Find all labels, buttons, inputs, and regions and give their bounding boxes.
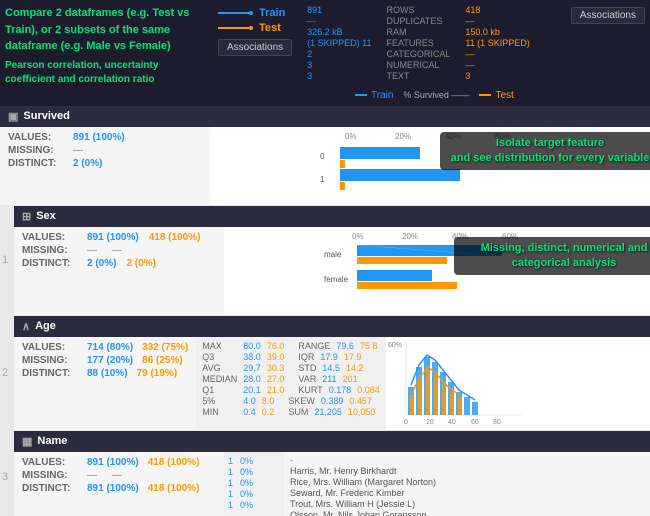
svg-text:20: 20 (426, 419, 434, 426)
age-body: VALUES: 714 (80%) 332 (75%) MISSING: 177… (14, 337, 650, 430)
rows-stat: 891 (307, 5, 371, 15)
survived-chart: 0% 20% 40% 60% 0 1 (210, 127, 650, 205)
svg-text:0: 0 (320, 152, 325, 161)
sex-missing-row: MISSING: — — (22, 245, 216, 256)
svg-text:20%: 20% (402, 232, 418, 241)
test-legend-label: Test (495, 90, 513, 101)
name-value-3: Seward, Mr. Frederic Kimber (290, 488, 644, 498)
svg-text:40%: 40% (452, 232, 468, 241)
test-stats-group: 418 — 150.0 kb 11 (1 SKIPPED) — — 3 (465, 5, 529, 81)
sex-body: VALUES: 891 (100%) 418 (100%) MISSING: —… (14, 227, 650, 315)
age-section: 2 ∧ Age VALUES: 714 (80%) 332 (75%) MISS… (0, 316, 650, 430)
sex-icon: ⊞ (22, 210, 31, 223)
svg-text:female: female (324, 275, 349, 284)
name-list: - Harris, Mr. Henry Birkhardt Rice, Mrs.… (284, 452, 650, 516)
train-legend: Train (218, 7, 285, 19)
sex-title: Sex (36, 210, 56, 222)
name-number: 3 (2, 471, 8, 483)
svg-text:60%: 60% (495, 132, 511, 141)
svg-text:60: 60 (471, 419, 479, 426)
age-chart: 60% 0 20 40 60 80 (386, 337, 650, 430)
age-number: 2 (2, 367, 8, 379)
legend-bar: Train % Survived —— Test (5, 90, 645, 101)
age-icon: ∧ (22, 320, 30, 333)
legend-area: Train Test Associations (218, 7, 292, 56)
name-rank-header: 1 0% (228, 456, 280, 466)
svg-text:40: 40 (448, 419, 456, 426)
survived-chart-svg: 0% 20% 40% 60% 0 1 (210, 127, 650, 202)
top-panel: Compare 2 dataframes (e.g. Test vs Train… (0, 0, 650, 106)
name-body: VALUES: 891 (100%) 418 (100%) MISSING: —… (14, 452, 650, 516)
svg-text:60%: 60% (388, 342, 402, 349)
sex-chart-svg: 0% 20% 40% 60% male female (224, 227, 650, 312)
test-line-icon (479, 94, 491, 96)
top-row1: Compare 2 dataframes (e.g. Test vs Train… (5, 5, 645, 87)
survived-header: ▣ Survived (0, 106, 650, 127)
svg-text:0: 0 (404, 419, 408, 426)
name-value-4: Trout, Mrs. William H (Jessie L) (290, 499, 644, 509)
survived-distinct-row: DISTINCT: 2 (0%) (8, 158, 202, 169)
name-title: Name (37, 435, 67, 447)
name-stats: VALUES: 891 (100%) 418 (100%) MISSING: —… (14, 452, 224, 516)
svg-text:60%: 60% (502, 232, 518, 241)
header-left: Compare 2 dataframes (e.g. Test vs Train… (5, 5, 205, 87)
data-sections: ▣ Survived VALUES: 891 (100%) MISSING: —… (0, 106, 650, 516)
compare-text: Compare 2 dataframes (e.g. Test vs Train… (5, 5, 205, 55)
age-stats: VALUES: 714 (80%) 332 (75%) MISSING: 177… (14, 337, 196, 430)
survived-legend: % Survived —— (403, 90, 469, 100)
name-section: 3 ▦ Name VALUES: 891 (100%) 418 (100%) M… (0, 431, 650, 516)
age-extra-stats: MAX 80.0 76.0 RANGE 79.6 75.8 Q3 38.0 39… (196, 337, 385, 430)
sex-stats: VALUES: 891 (100%) 418 (100%) MISSING: —… (14, 227, 224, 315)
survived-section: ▣ Survived VALUES: 891 (100%) MISSING: —… (0, 106, 650, 205)
svg-text:1: 1 (320, 175, 325, 184)
age-header: ∧ Age (14, 316, 650, 337)
main-container: Compare 2 dataframes (e.g. Test vs Train… (0, 0, 650, 516)
svg-text:0%: 0% (352, 232, 364, 241)
sex-chart: 0% 20% 40% 60% male female (224, 227, 650, 315)
svg-text:40%: 40% (445, 132, 461, 141)
survived-stats: VALUES: 891 (100%) MISSING: — DISTINCT: … (0, 127, 210, 205)
age-chart-svg: 60% 0 20 40 60 80 (386, 337, 526, 427)
train-stats-group: 891 — 326.2 kB (1 SKIPPED) 11 2 3 3 (307, 5, 371, 81)
svg-text:20%: 20% (395, 132, 411, 141)
sex-number: 1 (2, 254, 8, 266)
survived-body: VALUES: 891 (100%) MISSING: — DISTINCT: … (0, 127, 650, 205)
name-item-1: - (290, 455, 644, 465)
test-label: Test (259, 22, 281, 34)
name-header: ▦ Name (14, 431, 650, 452)
name-value-5: Olsson, Mr. Nils Johan Goransson (290, 510, 644, 516)
top-right-stats: 891 — 326.2 kB (1 SKIPPED) 11 2 3 3 ROWS… (307, 5, 530, 81)
test-legend-bar: Test (479, 90, 513, 101)
survived-icon: ▣ (8, 110, 18, 123)
survived-missing-row: MISSING: — (8, 145, 202, 156)
sex-header: ⊞ Sex (14, 206, 650, 227)
test-legend: Test (218, 22, 281, 34)
pearson-text: Pearson correlation, uncertainty coeffic… (5, 59, 205, 87)
svg-text:80: 80 (493, 419, 501, 426)
right-assoc: Associations (571, 7, 645, 24)
svg-text:0%: 0% (345, 132, 357, 141)
svg-text:male: male (324, 250, 342, 259)
sex-section: 1 ⊞ Sex VALUES: 891 (100%) 418 (100%) MI… (0, 206, 650, 315)
name-value-1: Harris, Mr. Henry Birkhardt (290, 466, 644, 476)
name-icon: ▦ (22, 435, 32, 448)
survived-values-row: VALUES: 891 (100%) (8, 132, 202, 143)
name-value-2: Rice, Mrs. William (Margaret Norton) (290, 477, 644, 487)
associations-button-2[interactable]: Associations (571, 7, 645, 24)
age-title: Age (35, 320, 56, 332)
train-legend-label: Train (371, 90, 393, 101)
stat-labels-group: ROWS DUPLICATES RAM FEATURES CATEGORICAL… (387, 5, 451, 81)
train-label: Train (259, 7, 285, 19)
name-top-values: 1 0% 1 0% 1 0% 1 0% (224, 452, 284, 516)
train-line-icon (355, 94, 367, 96)
train-legend-bar: Train (355, 90, 393, 101)
survived-title: Survived (23, 110, 69, 122)
sex-distinct-row: DISTINCT: 2 (0%) 2 (0%) (22, 258, 216, 269)
sex-values-row: VALUES: 891 (100%) 418 (100%) (22, 232, 216, 243)
associations-button[interactable]: Associations (218, 39, 292, 56)
survived-label: % Survived —— (403, 90, 469, 100)
